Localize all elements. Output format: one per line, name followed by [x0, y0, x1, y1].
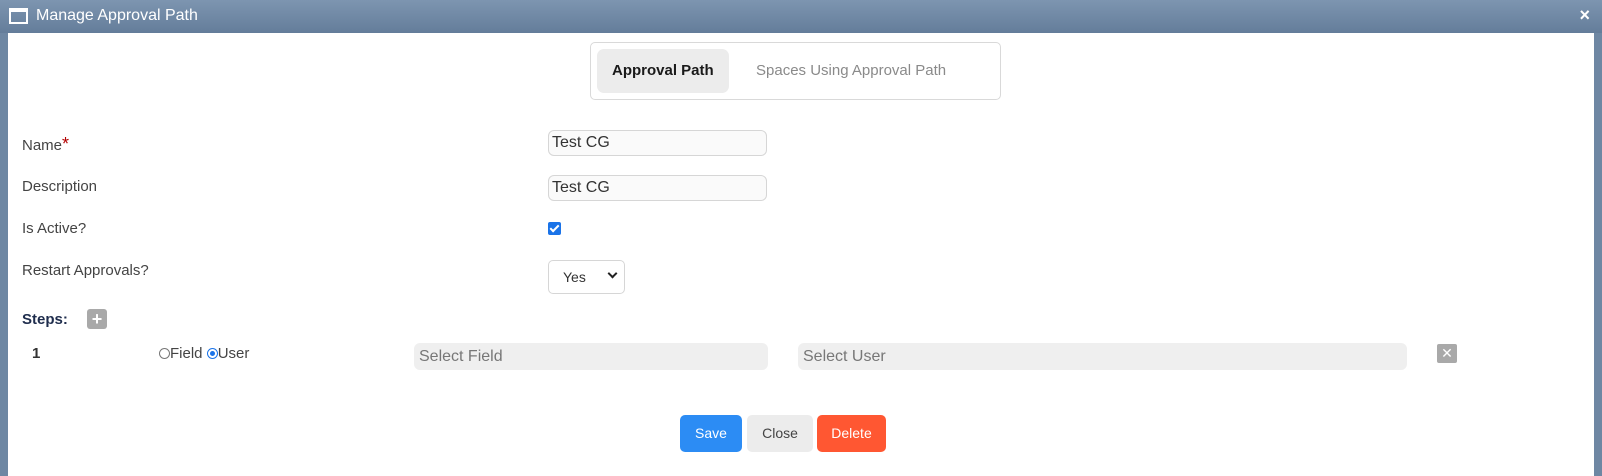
name-label: Name* [22, 134, 69, 155]
close-button[interactable]: Close [747, 415, 813, 452]
required-mark: * [62, 134, 70, 154]
is-active-checkbox[interactable] [548, 222, 561, 235]
user-radio-label[interactable]: User [218, 345, 250, 362]
tab-approval-path[interactable]: Approval Path [597, 49, 729, 93]
field-radio-label[interactable]: Field [170, 345, 203, 362]
select-field-input[interactable]: Select Field [414, 343, 768, 370]
select-user-input[interactable]: Select User [798, 343, 1407, 370]
remove-step-icon[interactable]: ✕ [1437, 344, 1457, 363]
tab-bar: Approval Path Spaces Using Approval Path [590, 42, 1001, 100]
user-radio[interactable] [206, 348, 218, 359]
is-active-label: Is Active? [22, 220, 87, 237]
title-bar[interactable]: Manage Approval Path × [0, 0, 1602, 33]
dialog-content: Approval Path Spaces Using Approval Path… [8, 33, 1594, 476]
step-type-options: Field User [159, 345, 249, 362]
manage-approval-path-dialog: Manage Approval Path × Approval Path Spa… [0, 0, 1602, 476]
add-step-icon[interactable]: + [87, 309, 107, 329]
tab-spaces-using-approval-path[interactable]: Spaces Using Approval Path [741, 49, 961, 93]
save-button[interactable]: Save [680, 415, 742, 452]
window-icon [9, 8, 28, 24]
name-input[interactable] [548, 130, 767, 156]
chevron-down-icon [607, 268, 618, 279]
delete-button[interactable]: Delete [817, 415, 886, 452]
restart-approvals-label: Restart Approvals? [22, 262, 149, 279]
restart-approvals-value: Yes [563, 269, 586, 285]
restart-approvals-select[interactable]: Yes [548, 260, 625, 294]
description-label: Description [22, 178, 98, 195]
description-input[interactable] [548, 175, 767, 201]
field-radio[interactable] [159, 348, 170, 359]
steps-label: Steps: [22, 311, 68, 328]
close-icon[interactable]: × [1579, 5, 1590, 25]
name-label-text: Name [22, 137, 63, 154]
dialog-title: Manage Approval Path [36, 7, 198, 24]
step-number: 1 [32, 345, 41, 362]
